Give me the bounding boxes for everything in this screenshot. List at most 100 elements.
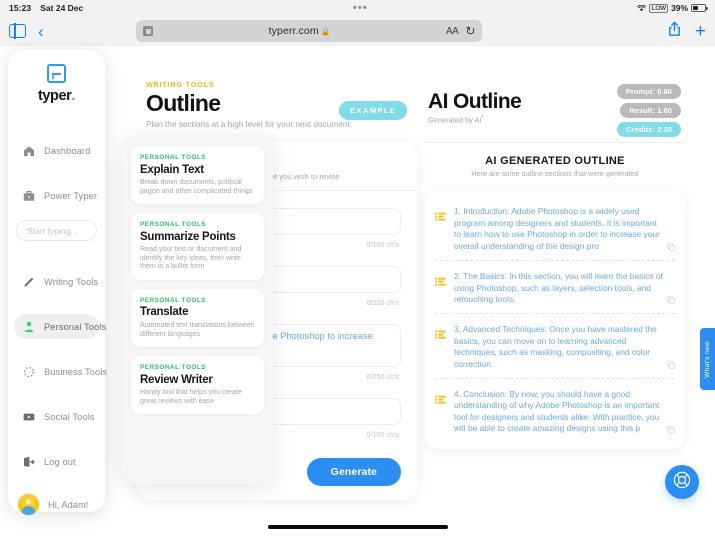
example-button[interactable]: EXAMPLE [339, 101, 407, 120]
copy-icon[interactable] [667, 421, 675, 439]
tool-description: Read your text or document and identify … [140, 245, 242, 271]
status-date: Sat 24 Dec [40, 3, 84, 13]
field-counter: 0/250 ch's [366, 372, 399, 381]
lock-icon: 🔒 [320, 27, 331, 36]
sidebar-item-writing-tools[interactable]: Writing Tools [14, 269, 99, 294]
sidebar-toggle-icon[interactable] [9, 23, 26, 39]
reload-icon[interactable]: ↻ [465, 24, 475, 38]
sidebar-item-label: Power Typer [44, 190, 98, 201]
field-counter: 0/100 ch's [366, 430, 399, 439]
status-right-cluster: LOW 39% [637, 3, 708, 13]
ai-subtitle-text: Generated by AI [428, 115, 482, 125]
outline-text: 1. Introduction: Adobe Photoshop is a wi… [454, 206, 660, 251]
list-bullets-icon [435, 391, 446, 435]
outline-results-card: 1. Introduction: Adobe Photoshop is a wi… [425, 191, 685, 449]
list-bullets-icon [435, 326, 446, 370]
tool-card-review-writer[interactable]: PERSONAL TOOLS Review Writer Handy tool … [131, 356, 264, 415]
sidebar-item-power-typer[interactable]: Power Typer [14, 183, 99, 208]
tool-eyebrow: PERSONAL TOOLS [140, 221, 207, 229]
sidebar-item-label: Writing Tools [44, 276, 99, 287]
address-bar[interactable]: typerr.com 🔒 AA ↻ [136, 20, 483, 42]
url-value: typerr.com [268, 25, 319, 37]
whats-new-tab[interactable]: What's new [700, 328, 715, 390]
url-text: typerr.com 🔒 [153, 25, 446, 37]
personal-tools-popup: PERSONAL TOOLS Explain Text Break down d… [122, 136, 273, 484]
ios-status-bar: 15:23 Sat 24 Dec ••• LOW 39% [0, 0, 715, 16]
status-center-dots: ••• [353, 2, 368, 14]
tool-card-explain-text[interactable]: PERSONAL TOOLS Explain Text Break down d… [131, 146, 264, 205]
copy-icon[interactable] [667, 356, 675, 374]
page-subtitle: Plan the sections at a high level for yo… [146, 119, 350, 129]
new-tab-icon[interactable]: + [695, 22, 706, 41]
outline-result-item[interactable]: 3. Advanced Techniques: Once you have ma… [435, 313, 675, 378]
page-eyebrow: WRITING TOOLS [146, 80, 215, 89]
tool-eyebrow: PERSONAL TOOLS [140, 364, 207, 372]
tool-description: Break down documents, political jargon a… [140, 178, 253, 195]
app-logo[interactable]: typer. [8, 64, 105, 104]
outline-text: 3. Advanced Techniques: Once you have ma… [454, 324, 657, 369]
divider [425, 142, 685, 144]
tool-name: Review Writer [140, 373, 213, 386]
generated-outline-subtitle: Here are some outline sections that were… [471, 169, 639, 179]
outline-result-item[interactable]: 4. Conclusion: By now, you should have a… [435, 377, 675, 443]
status-time: 15:23 [9, 3, 32, 13]
outline-text: 4. Conclusion: By now, you should have a… [454, 388, 660, 434]
safari-toolbar: ‹ typerr.com 🔒 AA ↻ + [0, 16, 715, 46]
outline-result-item[interactable]: 1. Introduction: Adobe Photoshop is a wi… [435, 196, 675, 260]
sidebar-item-social-tools[interactable]: Social Tools [14, 404, 99, 429]
outline-tool-column: WRITING TOOLS Outline Plan the sections … [122, 46, 417, 536]
copy-icon[interactable] [667, 291, 675, 309]
text-size-icon[interactable]: AA [446, 26, 459, 37]
tool-card-translate[interactable]: PERSONAL TOOLS Translate Automated text … [131, 288, 264, 348]
toolbar-right-cluster: + [668, 21, 706, 42]
ipad-screen: 15:23 Sat 24 Dec ••• LOW 39% ‹ typerr.co… [0, 0, 715, 536]
sidebar-item-label: Business Tools [44, 366, 108, 377]
tool-name: Translate [140, 306, 189, 319]
video-icon [22, 410, 35, 423]
briefcase-icon [22, 189, 35, 202]
tool-eyebrow: PERSONAL TOOLS [140, 296, 207, 304]
back-chevron-icon[interactable]: ‹ [38, 23, 44, 40]
sidebar-item-label: Dashboard [44, 145, 91, 156]
sidebar-item-label: Social Tools [44, 411, 95, 422]
tool-card-summarize-points[interactable]: PERSONAL TOOLS Summarize Points Read you… [131, 213, 264, 280]
sidebar-search-input[interactable]: Start typing... [16, 220, 97, 241]
battery-icon [691, 4, 708, 12]
dotted-circle-icon [22, 365, 35, 378]
app-sidebar: typer. Dashboard Power Typer Start typin… [8, 50, 107, 515]
copy-icon[interactable] [667, 238, 675, 256]
ai-subtitle-asterisk: * [481, 115, 484, 121]
help-fab-button[interactable] [665, 465, 699, 499]
content-blocker-icon[interactable] [143, 26, 154, 36]
field-counter: 0/250 ch's [366, 298, 399, 307]
tool-name: Summarize Points [140, 230, 236, 243]
logout-icon [22, 455, 35, 468]
web-page: typer. Dashboard Power Typer Start typin… [0, 46, 715, 536]
sidebar-item-label: Personal Tools [44, 321, 107, 332]
credit-badges: Prompt: 0.60 Result: 1.60 Credits: 2.20 [617, 84, 681, 137]
battery-low-label: LOW [649, 3, 668, 13]
profile-row[interactable]: Hi, Adam! [14, 494, 99, 515]
whats-new-label: What's new [704, 340, 711, 378]
field-counter: 0/100 ch's [366, 240, 399, 249]
share-icon[interactable] [668, 21, 681, 42]
battery-percent: 39% [670, 3, 688, 13]
outline-result-item[interactable]: 2. The Basics: In this section, you will… [435, 260, 675, 313]
logo-text: typer. [37, 88, 76, 104]
profile-greeting: Hi, Adam! [48, 499, 89, 510]
avatar [18, 494, 39, 515]
badge-credits: Credits: 2.20 [617, 122, 681, 137]
typer-logo-icon [47, 64, 66, 83]
sidebar-item-log-out[interactable]: Log out [14, 449, 99, 474]
sidebar-item-personal-tools[interactable]: Personal Tools [14, 314, 106, 339]
list-bullets-icon [435, 208, 446, 252]
sidebar-item-business-tools[interactable]: Business Tools [14, 359, 107, 384]
generate-button[interactable]: Generate [306, 458, 401, 486]
badge-prompt: Prompt: 0.60 [617, 84, 681, 99]
home-indicator [267, 525, 448, 529]
sidebar-item-dashboard[interactable]: Dashboard [14, 138, 99, 163]
list-bullets-icon [435, 273, 446, 305]
tool-eyebrow: PERSONAL TOOLS [140, 154, 207, 161]
wifi-icon [637, 4, 647, 12]
badge-result: Result: 1.60 [620, 103, 681, 118]
